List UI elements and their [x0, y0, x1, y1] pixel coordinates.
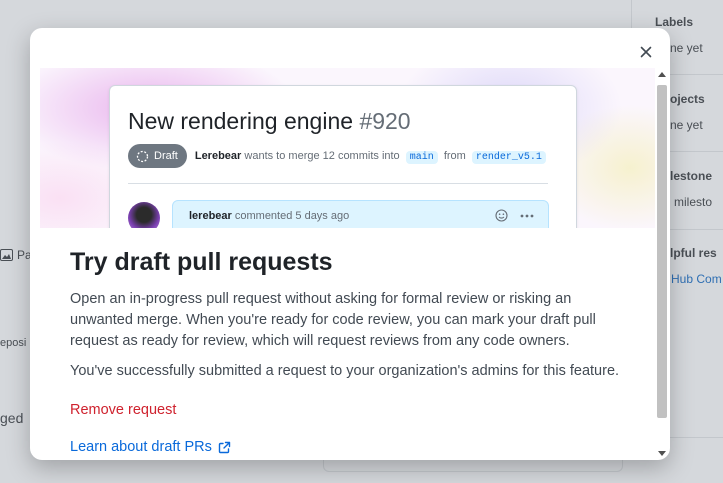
sidebar-helpful-heading: lpful res	[670, 246, 717, 260]
draft-icon	[136, 150, 149, 162]
kebab-horizontal-icon	[520, 214, 534, 217]
illustration: New rendering engine #920 Draft Lerebear…	[40, 68, 655, 228]
sidebar-milestone-value: milesto	[674, 195, 713, 209]
draft-badge-label: Draft	[154, 150, 178, 162]
sidebar-projects-heading: ojects	[670, 92, 705, 106]
close-button[interactable]	[638, 44, 654, 60]
scroll-thumb[interactable]	[657, 85, 667, 418]
head-branch: render_v5.1	[471, 150, 546, 164]
scroll-up-arrow[interactable]	[658, 72, 666, 77]
sidebar-labels-value: ne yet	[670, 41, 703, 55]
base-branch: main	[405, 150, 438, 164]
comment-actions	[495, 209, 534, 222]
card-divider	[128, 183, 548, 184]
sidebar-milestone-heading: lestone	[670, 169, 713, 183]
background-tab-fragment: Pa	[0, 248, 32, 262]
pr-title-text: New rendering engine	[128, 108, 354, 134]
learn-about-draft-prs-link[interactable]: Learn about draft PRs	[70, 439, 231, 455]
pull-request-card: New rendering engine #920 Draft Lerebear…	[109, 85, 577, 228]
image-icon	[0, 249, 13, 261]
sidebar-helpful-link[interactable]: Hub Com	[671, 272, 722, 286]
draft-pr-dialog: New rendering engine #920 Draft Lerebear…	[30, 28, 670, 460]
draft-badge: Draft	[128, 144, 187, 168]
scroll-down-arrow[interactable]	[658, 451, 666, 456]
sidebar-projects-value: ne yet	[670, 118, 703, 132]
pr-status-row: Draft Lerebear wants to merge 12 commits…	[128, 144, 549, 168]
pr-author: Lerebear	[194, 149, 242, 162]
remove-request-link[interactable]: Remove request	[70, 402, 176, 418]
dialog-scrollbar[interactable]	[656, 68, 668, 460]
pr-number: #920	[359, 108, 411, 134]
dialog-description: Open an in-progress pull request without…	[70, 291, 596, 349]
smiley-icon	[495, 209, 508, 222]
comment-meta: lerebear commented 5 days ago	[189, 210, 349, 222]
learn-link-label: Learn about draft PRs	[70, 439, 212, 455]
sidebar-labels-heading: Labels	[655, 15, 694, 29]
submitted-message: You've successfully submitted a request …	[70, 363, 620, 379]
comment-time: commented 5 days ago	[234, 210, 350, 222]
background-fragment-repository: eposi	[0, 337, 27, 349]
link-external-icon	[218, 441, 231, 453]
background-fragment-merged: ged	[0, 410, 24, 426]
comment-header: lerebear commented 5 days ago	[172, 200, 549, 228]
close-icon	[640, 46, 652, 58]
comment-author: lerebear	[189, 210, 232, 222]
merge-text: wants to merge 12 commits into	[244, 149, 400, 162]
pr-title: New rendering engine #920	[128, 108, 411, 135]
dialog-title: Try draft pull requests	[70, 248, 333, 276]
from-text: from	[443, 149, 466, 162]
pr-status-text: Lerebear wants to merge 12 commits into …	[194, 149, 549, 164]
avatar	[128, 202, 160, 228]
